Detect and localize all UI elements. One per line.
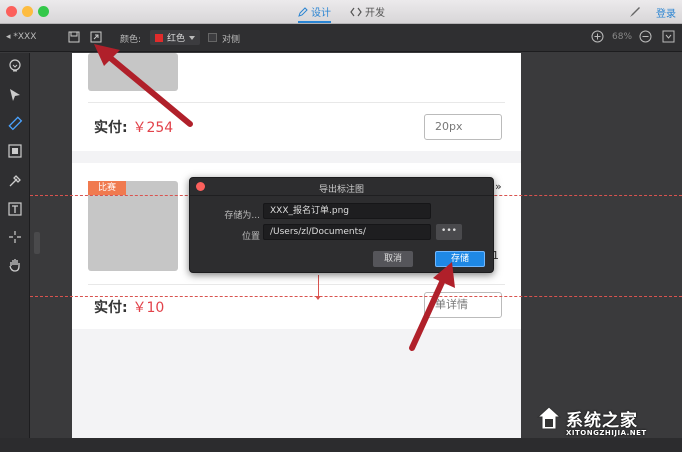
- pointer-icon[interactable]: [7, 87, 23, 103]
- brush-icon[interactable]: [628, 5, 642, 19]
- divider: [88, 102, 505, 103]
- opposite-side-checkbox[interactable]: [208, 33, 217, 42]
- text-tool-icon[interactable]: [7, 201, 23, 217]
- document-name[interactable]: ◂ *XXX: [6, 32, 36, 42]
- price-prefix: 实付:: [94, 120, 128, 136]
- color-label: 颜色:: [120, 35, 142, 45]
- minimize-window-button[interactable]: [22, 6, 33, 17]
- guide-line: [30, 296, 682, 297]
- category-tag: 比赛: [88, 181, 126, 195]
- fit-screen-icon[interactable]: [662, 30, 675, 43]
- save-icon[interactable]: [68, 31, 80, 43]
- dialog-titlebar: 导出标注图: [190, 178, 493, 196]
- login-link[interactable]: 登录: [656, 5, 676, 20]
- hand-icon[interactable]: [7, 257, 23, 273]
- order-card-1: 实付: ￥254 20px: [72, 53, 521, 151]
- document-label: *XXX: [13, 32, 37, 42]
- tab-design-label: 设计: [311, 8, 331, 19]
- price-value: ￥10: [132, 300, 165, 316]
- product-thumbnail: [88, 53, 178, 91]
- tab-develop-label: 开发: [365, 8, 385, 19]
- tab-design[interactable]: 设计: [298, 4, 331, 23]
- left-toolbar: [0, 53, 30, 452]
- rectangle-icon[interactable]: [7, 143, 23, 159]
- zoom-out-icon[interactable]: [639, 30, 652, 43]
- tab-develop[interactable]: 开发: [350, 4, 385, 19]
- opposite-side-label: 对侧: [222, 35, 241, 45]
- code-brackets-icon: [350, 7, 362, 16]
- dialog-title: 导出标注图: [318, 185, 364, 195]
- browse-button[interactable]: •••: [436, 224, 462, 240]
- ruler-icon[interactable]: [7, 115, 23, 131]
- toolbar: ◂ *XXX 颜色: 红色 对侧 68%: [0, 24, 682, 52]
- save-button[interactable]: 存储: [435, 251, 485, 267]
- arrow-down-icon: [315, 296, 321, 300]
- house-logo-icon: [536, 406, 562, 430]
- watermark-name: 系统之家: [566, 411, 638, 431]
- price-row: 实付: ￥10: [94, 297, 164, 317]
- chevron-down-icon: [189, 35, 196, 40]
- watermark-url: XITONGZHIJIA.NET: [566, 429, 647, 437]
- filename-input[interactable]: XXX_报名订单.png: [263, 203, 431, 219]
- price-prefix: 实付:: [94, 300, 128, 316]
- zoom-window-button[interactable]: [38, 6, 49, 17]
- spacing-measure-box[interactable]: 20px: [424, 114, 502, 140]
- color-swatch: [155, 33, 163, 42]
- location-label: 位置: [241, 232, 260, 242]
- price-value: ￥254: [132, 120, 174, 136]
- pencil-icon: [298, 6, 308, 17]
- color-select[interactable]: 红色: [150, 30, 201, 45]
- price-row: 实付: ￥254: [94, 117, 173, 137]
- window-titlebar: 设计 开发 登录: [0, 0, 682, 24]
- export-annotation-icon[interactable]: [90, 31, 102, 43]
- panel-collapse-handle[interactable]: [34, 232, 40, 254]
- color-value: 红色: [167, 34, 186, 44]
- zoom-in-icon[interactable]: [591, 30, 604, 43]
- eyedropper-icon[interactable]: [7, 173, 23, 189]
- crosshair-icon[interactable]: [7, 229, 23, 245]
- watermark: 系统之家 XITONGZHIJIA.NET: [536, 403, 676, 443]
- lightbulb-icon[interactable]: [7, 58, 23, 74]
- close-window-button[interactable]: [6, 6, 17, 17]
- divider: [88, 284, 505, 285]
- zoom-level: 68%: [612, 32, 633, 42]
- saveas-label: 存储为...: [224, 211, 260, 221]
- cancel-button[interactable]: 取消: [373, 251, 413, 267]
- side-quote: »: [495, 180, 502, 193]
- export-dialog: 导出标注图 存储为... XXX_报名订单.png 位置 /Users/zl/D…: [189, 177, 494, 273]
- path-input[interactable]: /Users/zl/Documents/: [263, 224, 431, 240]
